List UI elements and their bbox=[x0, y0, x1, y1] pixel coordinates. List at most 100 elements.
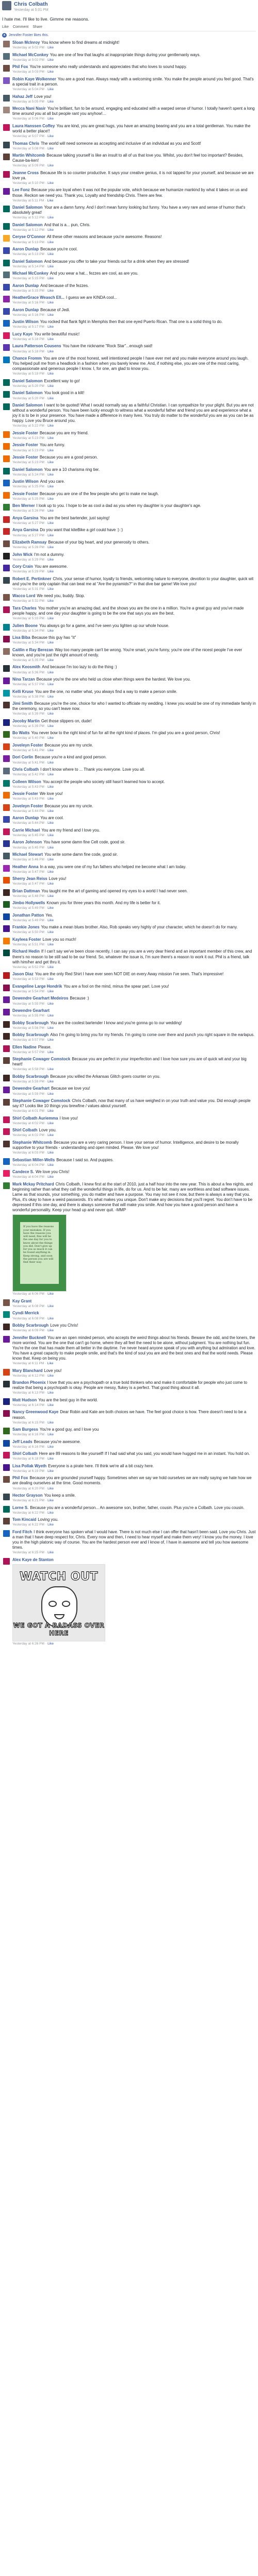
comment-like-link[interactable]: Like bbox=[47, 906, 54, 910]
commenter-avatar[interactable] bbox=[3, 768, 10, 775]
comment-timestamp[interactable]: Yesterday at 5:50 PM bbox=[12, 930, 44, 934]
commenter-avatar[interactable] bbox=[3, 792, 10, 799]
comment-timestamp[interactable]: Yesterday at 5:02 PM bbox=[12, 46, 44, 49]
comment-timestamp[interactable]: Yesterday at 5:10 PM bbox=[12, 181, 44, 185]
commenter-name[interactable]: Alex Keosmith bbox=[12, 665, 40, 669]
commenter-name[interactable]: Jeff Leads bbox=[12, 1439, 33, 1444]
comment-timestamp[interactable]: Yesterday at 5:03 PM bbox=[12, 70, 44, 74]
commenter-name[interactable]: Aaron Dunlap bbox=[12, 308, 39, 312]
commenter-avatar[interactable] bbox=[3, 154, 10, 161]
comment-photo-meme[interactable]: WATCH OUT WE GOT A BADASS OVER HERE bbox=[12, 1564, 105, 1641]
comment-like-link[interactable]: Like bbox=[47, 1362, 54, 1365]
commenter-name[interactable]: Evangeline Large Hondrik bbox=[12, 984, 62, 989]
commenter-avatar[interactable] bbox=[3, 913, 10, 920]
commenter-avatar[interactable] bbox=[3, 950, 10, 957]
commenter-name[interactable]: Laura Patterson Cousens bbox=[12, 344, 61, 348]
comment-like-link[interactable]: Like bbox=[47, 671, 54, 674]
commenter-avatar[interactable] bbox=[3, 41, 10, 48]
commenter-name[interactable]: Bobby Scarbrough bbox=[12, 1074, 49, 1079]
commenter-name[interactable]: Tom Kincaid bbox=[12, 1517, 36, 1522]
commenter-avatar[interactable] bbox=[3, 804, 10, 811]
commenter-avatar[interactable] bbox=[3, 1368, 10, 1376]
comment-timestamp[interactable]: Yesterday at 5:44 PM bbox=[12, 821, 44, 825]
comment-like-link[interactable]: Like bbox=[47, 461, 54, 464]
comment-timestamp[interactable]: Yesterday at 5:48 PM bbox=[12, 894, 44, 898]
comment-timestamp[interactable]: Yesterday at 5:51 PM bbox=[12, 943, 44, 946]
comment-timestamp[interactable]: Yesterday at 5:18 PM bbox=[12, 337, 44, 341]
commenter-name[interactable]: Aaron Johnson bbox=[12, 840, 42, 844]
commenter-name[interactable]: Bobby Scarbrough bbox=[12, 1323, 49, 1328]
comment-like-link[interactable]: Like bbox=[47, 965, 54, 969]
comment-like-link[interactable]: Like bbox=[47, 1433, 54, 1436]
comment-like-link[interactable]: Like bbox=[47, 473, 54, 477]
comment-timestamp[interactable]: Yesterday at 5:16 PM bbox=[12, 301, 44, 304]
commenter-name[interactable]: Ceryse O'Connor bbox=[12, 234, 45, 239]
commenter-avatar[interactable] bbox=[3, 320, 10, 327]
comment-timestamp[interactable]: Yesterday at 5:02 PM bbox=[12, 58, 44, 62]
comment-timestamp[interactable]: Yesterday at 5:15 PM bbox=[12, 289, 44, 293]
commenter-name[interactable]: Joveleyn Foster bbox=[12, 804, 43, 808]
commenter-name[interactable]: Aaron Dunlap bbox=[12, 283, 39, 288]
comment-timestamp[interactable]: Yesterday at 6:11 PM bbox=[12, 1362, 44, 1365]
comment-like-link[interactable]: Like bbox=[47, 977, 54, 981]
commenter-name[interactable]: Candece S. bbox=[12, 1170, 34, 1174]
comment-timestamp[interactable]: Yesterday at 5:25 PM bbox=[12, 485, 44, 488]
commenter-name[interactable]: Shirl Colbath Auriemma bbox=[12, 1116, 58, 1121]
comment-like-link[interactable]: Like bbox=[47, 277, 54, 280]
comment-timestamp[interactable]: Yesterday at 5:36 PM bbox=[12, 671, 44, 674]
commenter-avatar[interactable] bbox=[3, 247, 10, 254]
commenter-name[interactable]: Daniel Salomon bbox=[12, 259, 43, 264]
commenter-name[interactable]: Joveleyn Foster bbox=[12, 743, 43, 748]
commenter-avatar[interactable] bbox=[3, 779, 10, 787]
comment-timestamp[interactable]: Yesterday at 5:49 PM bbox=[12, 919, 44, 922]
commenter-avatar[interactable] bbox=[3, 1452, 10, 1459]
comment-timestamp[interactable]: Yesterday at 5:29 PM bbox=[12, 570, 44, 573]
comment-timestamp[interactable]: Yesterday at 5:58 PM bbox=[12, 1067, 44, 1071]
comment-like-link[interactable]: Like bbox=[47, 1523, 54, 1527]
commenter-name[interactable]: Brandon Phoenix bbox=[12, 1380, 46, 1385]
commenter-avatar[interactable] bbox=[3, 1140, 10, 1147]
comment-like-link[interactable]: Like bbox=[47, 1163, 54, 1167]
commenter-name[interactable]: Chris Colbath bbox=[12, 767, 39, 772]
comment-timestamp[interactable]: Yesterday at 6:12 PM bbox=[12, 1374, 44, 1378]
author-avatar[interactable] bbox=[2, 1, 11, 10]
comment-like-link[interactable]: Like bbox=[47, 58, 54, 62]
comment-like-link[interactable]: Like bbox=[47, 599, 54, 603]
comment-timestamp[interactable]: Yesterday at 6:04 PM bbox=[12, 1163, 44, 1167]
commenter-avatar[interactable] bbox=[3, 540, 10, 547]
comment-like-link[interactable]: Like bbox=[47, 587, 54, 591]
commenter-name[interactable]: Jason Diaz bbox=[12, 972, 34, 976]
commenter-name[interactable]: Sebastian Miller-Wells bbox=[12, 1158, 55, 1162]
commenter-avatar[interactable] bbox=[3, 702, 10, 709]
commenter-avatar[interactable] bbox=[3, 259, 10, 266]
comment-like-link[interactable]: Like bbox=[47, 1551, 54, 1554]
commenter-name[interactable]: Daniel Salomon bbox=[12, 403, 43, 408]
comment-like-link[interactable]: Like bbox=[47, 147, 54, 150]
commenter-name[interactable]: Jessie Foster bbox=[12, 492, 38, 496]
comment-timestamp[interactable]: Yesterday at 6:26 PM bbox=[12, 1642, 44, 1646]
comment-like-link[interactable]: Like bbox=[47, 894, 54, 898]
comment-like-link[interactable]: Like bbox=[47, 337, 54, 341]
commenter-avatar[interactable] bbox=[3, 94, 10, 101]
commenter-avatar[interactable] bbox=[3, 141, 10, 148]
commenter-name[interactable]: Laura Hanssen Coffey bbox=[12, 124, 55, 128]
commenter-avatar[interactable] bbox=[3, 552, 10, 560]
commenter-avatar[interactable] bbox=[3, 755, 10, 762]
commenter-name[interactable]: Kayleea Foster bbox=[12, 937, 41, 942]
comment-like-link[interactable]: Like bbox=[47, 289, 54, 293]
commenter-name[interactable]: Lisa Pollak Wyeth bbox=[12, 1464, 46, 1468]
commenter-avatar[interactable] bbox=[3, 1158, 10, 1165]
commenter-name[interactable]: HeatherGrace Weasch Ell... bbox=[12, 295, 64, 300]
comment-timestamp[interactable]: Yesterday at 5:52 PM bbox=[12, 965, 44, 969]
comment-like-link[interactable]: Like bbox=[47, 773, 54, 776]
comment-timestamp[interactable]: Yesterday at 5:12 PM bbox=[12, 216, 44, 219]
commenter-avatar[interactable] bbox=[3, 188, 10, 195]
commenter-avatar[interactable] bbox=[3, 467, 10, 474]
commenter-avatar[interactable] bbox=[3, 1530, 10, 1537]
commenter-name[interactable]: Shirl Colbath bbox=[12, 1451, 38, 1456]
commenter-name[interactable]: Stephanie Whitcomb bbox=[12, 1140, 52, 1145]
comment-timestamp[interactable]: Yesterday at 5:40 PM bbox=[12, 736, 44, 740]
commenter-avatar[interactable] bbox=[3, 379, 10, 386]
comment-timestamp[interactable]: Yesterday at 5:08 PM bbox=[12, 147, 44, 150]
comment-timestamp[interactable]: Yesterday at 5:31 PM bbox=[12, 587, 44, 591]
